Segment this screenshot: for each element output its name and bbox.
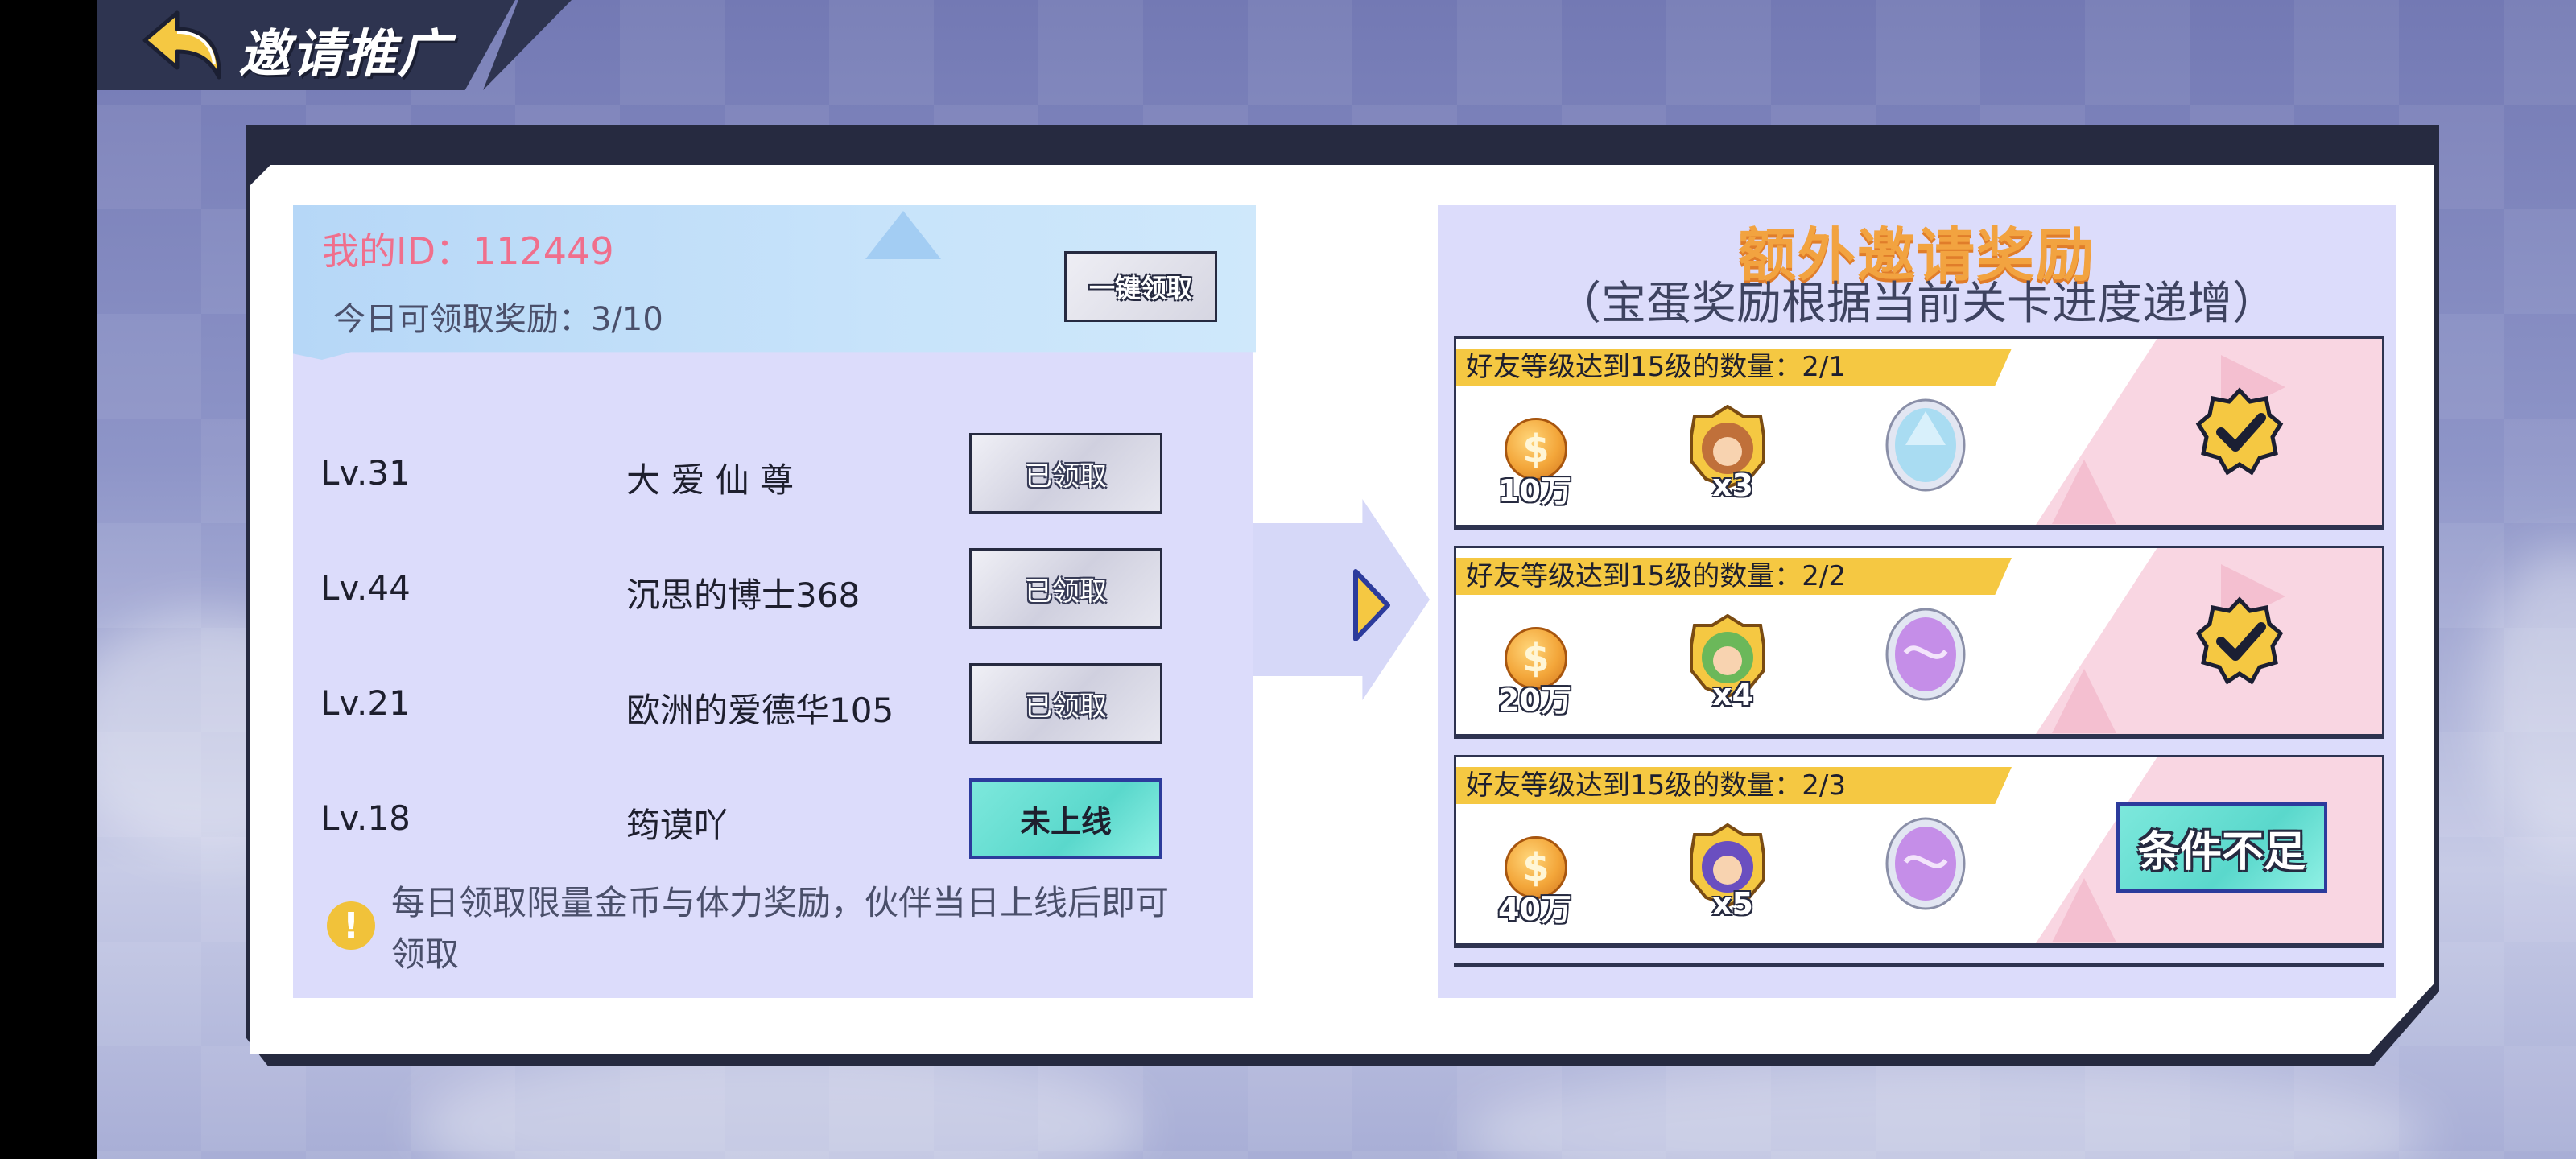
coin-amount: 10万 — [1498, 473, 1571, 509]
friend-level: Lv.44 — [320, 568, 411, 608]
friend-row: Lv.31 大 爱 仙 尊 已领取 — [293, 429, 1253, 518]
egg-icon — [1885, 608, 1966, 701]
notice-text: 每日领取限量金币与体力奖励，伙伴当日上线后即可领取 — [391, 883, 1170, 974]
egg-icon — [1885, 817, 1966, 910]
page-title: 邀请推广 — [238, 25, 451, 85]
hero-quantity: x3 — [1712, 468, 1753, 503]
my-id: 我的ID：112449 — [322, 229, 614, 273]
friend-level: Lv.31 — [320, 453, 411, 493]
coin-amount: 20万 — [1498, 683, 1571, 718]
friend-level: Lv.18 — [320, 798, 411, 838]
tier-condition: 好友等级达到15级的数量：2/3 — [1456, 767, 2012, 804]
claim-all-button[interactable]: 一键领取 — [1064, 251, 1217, 322]
friend-name: 欧洲的爱德华105 — [626, 691, 894, 730]
today-reward-count: 今日可领取奖励：3/10 — [333, 301, 663, 338]
friend-level: Lv.21 — [320, 683, 411, 723]
extra-reward-subtitle: （宝蛋奖励根据当前关卡进度递增） — [1556, 278, 2277, 330]
claimed-button[interactable]: 已领取 — [969, 663, 1162, 744]
completed-check-icon — [2195, 387, 2284, 476]
back-arrow-icon[interactable] — [138, 8, 227, 80]
tier-condition: 好友等级达到15级的数量：2/2 — [1456, 558, 2012, 595]
completed-check-icon — [2195, 596, 2284, 685]
condition-not-met-button[interactable]: 条件不足 — [2116, 802, 2327, 893]
hero-quantity: x4 — [1712, 677, 1753, 712]
reward-tier-row: 好友等级达到15级的数量：2/3 $ 40万 x5 条件不足 — [1454, 755, 2384, 948]
tier-condition: 好友等级达到15级的数量：2/1 — [1456, 349, 2012, 386]
reward-tier-row: 好友等级达到15级的数量：2/2 $ 20万 x4 — [1454, 546, 2384, 739]
chevron-right-icon[interactable] — [1352, 568, 1391, 642]
friend-row: Lv.21 欧洲的爱德华105 已领取 — [293, 659, 1253, 748]
offline-button[interactable]: 未上线 — [969, 778, 1162, 859]
friend-name: 沉思的博士368 — [626, 575, 861, 615]
friend-name: 筠谟吖 — [626, 806, 729, 845]
claimed-button[interactable]: 已领取 — [969, 548, 1162, 629]
egg-icon — [1885, 398, 1966, 492]
claimed-button[interactable]: 已领取 — [969, 433, 1162, 514]
hero-quantity: x5 — [1712, 886, 1753, 922]
exclamation-icon: ! — [327, 901, 375, 950]
friend-name: 大 爱 仙 尊 — [626, 460, 795, 500]
friend-row: Lv.18 筠谟吖 未上线 — [293, 774, 1253, 863]
reward-tier-row: 好友等级达到15级的数量：2/1 $ 10万 x3 — [1454, 336, 2384, 530]
coin-amount: 40万 — [1498, 892, 1571, 927]
friend-row: Lv.44 沉思的博士368 已领取 — [293, 544, 1253, 633]
